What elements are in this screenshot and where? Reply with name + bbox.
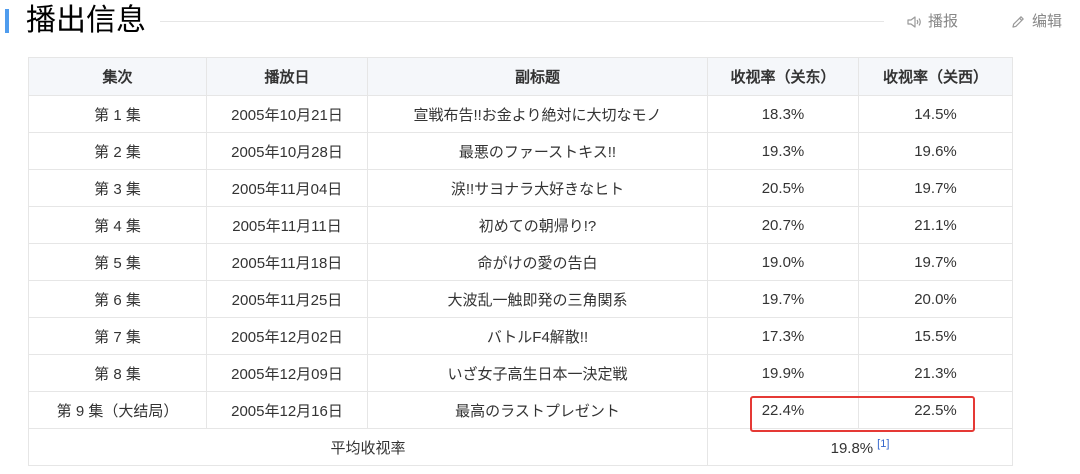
header-rating-kansai: 收视率（关西）	[858, 57, 1013, 96]
table-row: 第 6 集 2005年11月25日 大波乱一触即発の三角関系 19.7% 20.…	[28, 280, 1013, 318]
subtitle-cell: 最高のラストプレゼント	[367, 391, 708, 429]
edit-button[interactable]: 编辑	[1010, 12, 1062, 32]
table-row: 第 9 集（大结局） 2005年12月16日 最高のラストプレゼント 22.4%…	[28, 391, 1013, 429]
rating-kansai-cell: 22.5%	[858, 391, 1013, 429]
subtitle-cell: 大波乱一触即発の三角関系	[367, 280, 708, 318]
rating-kansai-cell: 14.5%	[858, 95, 1013, 133]
rating-kanto-cell: 19.7%	[707, 280, 859, 318]
air-date-cell: 2005年10月21日	[206, 95, 368, 133]
subtitle-cell: 初めての朝帰り!?	[367, 206, 708, 244]
rating-kanto-cell: 20.5%	[707, 169, 859, 207]
average-row: 平均收视率 19.8% [1]	[28, 428, 1013, 466]
episode-cell: 第 7 集	[28, 317, 207, 355]
rating-kansai-cell: 20.0%	[858, 280, 1013, 318]
table-row: 第 1 集 2005年10月21日 宣戦布告!!お金より絶対に大切なモノ 18.…	[28, 95, 1013, 133]
broadcast-info-table: 集次 播放日 副标题 收视率（关东） 收视率（关西） 第 1 集 2005年10…	[28, 57, 1013, 466]
air-date-cell: 2005年10月28日	[206, 132, 368, 170]
pencil-icon	[1012, 16, 1024, 28]
episode-cell: 第 5 集	[28, 243, 207, 281]
subtitle-cell: 命がけの愛の告白	[367, 243, 708, 281]
header-rating-kanto: 收视率（关东）	[707, 57, 859, 96]
section-title: 播出信息	[26, 3, 146, 38]
rating-kanto-cell: 17.3%	[707, 317, 859, 355]
rating-kanto-cell: 18.3%	[707, 95, 859, 133]
rating-kansai-cell: 19.6%	[858, 132, 1013, 170]
broadcast-button[interactable]: 播报	[906, 12, 958, 32]
rating-kanto-cell: 19.9%	[707, 354, 859, 392]
header-divider	[160, 21, 884, 22]
table-row: 第 4 集 2005年11月11日 初めての朝帰り!? 20.7% 21.1%	[28, 206, 1013, 244]
reference-link[interactable]: [1]	[877, 438, 889, 450]
average-value-cell: 19.8% [1]	[707, 428, 1013, 466]
episode-cell: 第 1 集	[28, 95, 207, 133]
header-episode: 集次	[28, 57, 207, 96]
rating-kanto-cell: 19.3%	[707, 132, 859, 170]
subtitle-cell: 最悪のファーストキス!!	[367, 132, 708, 170]
rating-kanto-cell: 20.7%	[707, 206, 859, 244]
edit-label: 编辑	[1032, 13, 1063, 30]
episode-cell: 第 3 集	[28, 169, 207, 207]
rating-kansai-cell: 19.7%	[858, 243, 1013, 281]
rating-kansai-cell: 21.1%	[858, 206, 1013, 244]
rating-kanto-cell: 19.0%	[707, 243, 859, 281]
rating-kansai-cell: 19.7%	[858, 169, 1013, 207]
air-date-cell: 2005年12月02日	[206, 317, 368, 355]
section-accent-bar	[5, 9, 9, 33]
table-row: 第 7 集 2005年12月02日 バトルF4解散!! 17.3% 15.5%	[28, 317, 1013, 355]
table-row: 第 5 集 2005年11月18日 命がけの愛の告白 19.0% 19.7%	[28, 243, 1013, 281]
table-row: 第 3 集 2005年11月04日 涙!!サヨナラ大好きなヒト 20.5% 19…	[28, 169, 1013, 207]
air-date-cell: 2005年12月16日	[206, 391, 368, 429]
header-air-date: 播放日	[206, 57, 368, 96]
table-header-row: 集次 播放日 副标题 收视率（关东） 收视率（关西）	[28, 57, 1013, 96]
average-value: 19.8%	[830, 439, 874, 457]
episode-cell: 第 6 集	[28, 280, 207, 318]
table-row: 第 8 集 2005年12月09日 いざ女子高生日本一決定戦 19.9% 21.…	[28, 354, 1013, 392]
average-label: 平均收视率	[28, 428, 708, 466]
episode-cell: 第 9 集（大结局）	[28, 391, 207, 429]
broadcast-label: 播报	[928, 13, 959, 30]
air-date-cell: 2005年11月04日	[206, 169, 368, 207]
air-date-cell: 2005年11月25日	[206, 280, 368, 318]
episode-cell: 第 4 集	[28, 206, 207, 244]
episode-cell: 第 2 集	[28, 132, 207, 170]
air-date-cell: 2005年12月09日	[206, 354, 368, 392]
air-date-cell: 2005年11月11日	[206, 206, 368, 244]
episode-cell: 第 8 集	[28, 354, 207, 392]
rating-kanto-cell: 22.4%	[707, 391, 859, 429]
subtitle-cell: バトルF4解散!!	[367, 317, 708, 355]
section-header: 播出信息 播报 编辑	[0, 0, 1080, 46]
header-subtitle: 副标题	[367, 57, 708, 96]
rating-kansai-cell: 15.5%	[858, 317, 1013, 355]
table-row: 第 2 集 2005年10月28日 最悪のファーストキス!! 19.3% 19.…	[28, 132, 1013, 170]
subtitle-cell: 宣戦布告!!お金より絶対に大切なモノ	[367, 95, 708, 133]
speaker-icon	[907, 16, 921, 28]
air-date-cell: 2005年11月18日	[206, 243, 368, 281]
rating-kansai-cell: 21.3%	[858, 354, 1013, 392]
subtitle-cell: 涙!!サヨナラ大好きなヒト	[367, 169, 708, 207]
subtitle-cell: いざ女子高生日本一決定戦	[367, 354, 708, 392]
